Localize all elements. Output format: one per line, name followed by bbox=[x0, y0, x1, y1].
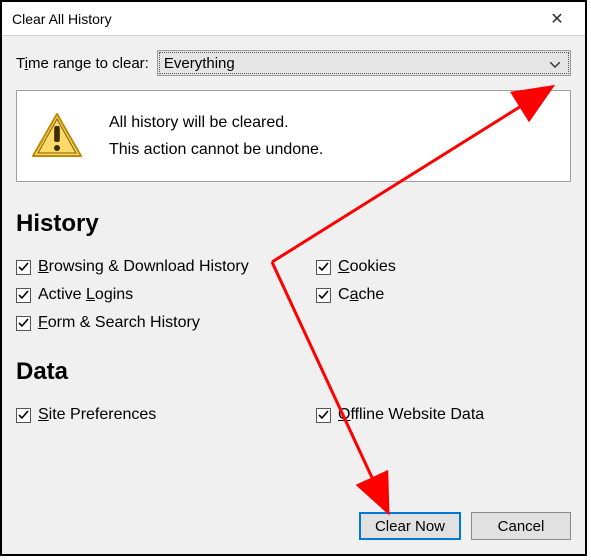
checkbox-icon bbox=[16, 408, 31, 423]
checkbox-label: Site Preferences bbox=[38, 406, 156, 424]
time-range-selected: Everything bbox=[164, 55, 546, 72]
close-button[interactable]: ✕ bbox=[537, 5, 577, 33]
checkbox-label: Browsing & Download History bbox=[38, 258, 249, 276]
checkbox-icon bbox=[316, 288, 331, 303]
history-checkboxes: Browsing & Download History Cookies Acti… bbox=[16, 258, 571, 332]
warning-line1: All history will be cleared. bbox=[109, 109, 323, 136]
clear-now-button[interactable]: Clear Now bbox=[359, 512, 461, 540]
checkbox-active-logins[interactable]: Active Logins bbox=[16, 286, 316, 304]
checkbox-browsing-history[interactable]: Browsing & Download History bbox=[16, 258, 316, 276]
section-data-heading: Data bbox=[16, 358, 571, 386]
dialog-content: Time range to clear: Everything All hist… bbox=[2, 36, 585, 554]
dialog-title: Clear All History bbox=[12, 11, 537, 27]
checkbox-icon bbox=[16, 316, 31, 331]
cancel-button[interactable]: Cancel bbox=[471, 512, 571, 540]
checkbox-label: Form & Search History bbox=[38, 314, 200, 332]
titlebar: Clear All History ✕ bbox=[2, 2, 585, 36]
data-checkboxes: Site Preferences Offline Website Data bbox=[16, 406, 571, 424]
checkbox-label: Offline Website Data bbox=[338, 406, 484, 424]
warning-text: All history will be cleared. This action… bbox=[109, 109, 323, 163]
checkbox-cookies[interactable]: Cookies bbox=[316, 258, 571, 276]
checkbox-label: Active Logins bbox=[38, 286, 133, 304]
warning-box: All history will be cleared. This action… bbox=[16, 90, 571, 182]
checkbox-icon bbox=[16, 288, 31, 303]
time-range-label: Time range to clear: bbox=[16, 55, 149, 72]
close-icon: ✕ bbox=[550, 9, 563, 29]
clear-now-label: Clear Now bbox=[375, 518, 445, 535]
dialog-buttons: Clear Now Cancel bbox=[359, 512, 571, 540]
checkbox-label: Cache bbox=[338, 286, 384, 304]
checkbox-site-preferences[interactable]: Site Preferences bbox=[16, 406, 316, 424]
checkbox-cache[interactable]: Cache bbox=[316, 286, 571, 304]
checkbox-icon bbox=[316, 260, 331, 275]
time-range-row: Time range to clear: Everything bbox=[16, 50, 571, 76]
chevron-down-icon bbox=[546, 55, 564, 72]
checkbox-icon bbox=[316, 408, 331, 423]
warning-line2: This action cannot be undone. bbox=[109, 136, 323, 163]
checkbox-icon bbox=[16, 260, 31, 275]
clear-history-dialog: Clear All History ✕ Time range to clear:… bbox=[0, 0, 587, 556]
checkbox-label: Cookies bbox=[338, 258, 396, 276]
warning-icon bbox=[31, 112, 83, 160]
checkbox-offline-website-data[interactable]: Offline Website Data bbox=[316, 406, 571, 424]
cancel-label: Cancel bbox=[498, 518, 545, 535]
time-range-select[interactable]: Everything bbox=[157, 50, 571, 76]
checkbox-form-search-history[interactable]: Form & Search History bbox=[16, 314, 316, 332]
section-history-heading: History bbox=[16, 210, 571, 238]
